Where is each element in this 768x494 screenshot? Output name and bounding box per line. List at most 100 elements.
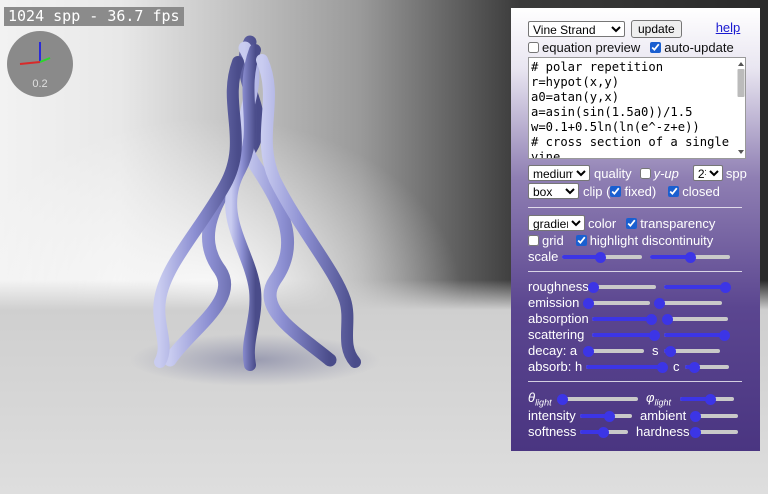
scattering-slider-1[interactable] bbox=[592, 329, 661, 341]
slider-thumb[interactable] bbox=[654, 297, 666, 309]
slider-thumb[interactable] bbox=[598, 426, 610, 438]
color-label: color bbox=[588, 215, 617, 231]
color-select[interactable]: gradient bbox=[528, 215, 585, 231]
slider-thumb[interactable] bbox=[657, 361, 668, 373]
divider bbox=[528, 207, 742, 208]
control-panel: Vine Strand update help equation preview… bbox=[511, 8, 760, 451]
decay-a-slider[interactable] bbox=[583, 345, 644, 357]
axis-gizmo[interactable]: 0.2 bbox=[6, 31, 74, 97]
emission-slider-2[interactable] bbox=[654, 297, 722, 309]
highlight-discontinuity-checkbox[interactable] bbox=[575, 235, 587, 246]
absorption-label: absorption bbox=[528, 311, 589, 326]
y-up-label: y-up bbox=[653, 165, 679, 181]
roughness-slider-1[interactable] bbox=[588, 281, 656, 293]
divider bbox=[528, 381, 742, 382]
slider-thumb[interactable] bbox=[649, 329, 661, 341]
absorb-c-slider[interactable] bbox=[685, 361, 729, 373]
softness-label: softness bbox=[528, 424, 577, 439]
auto-update-checkbox[interactable] bbox=[650, 42, 662, 53]
theta-light-slider[interactable] bbox=[557, 393, 638, 405]
scale-label: scale bbox=[528, 249, 559, 264]
slider-track bbox=[586, 300, 650, 305]
scroll-thumb[interactable] bbox=[737, 69, 745, 97]
clip-label: clip ( bbox=[583, 183, 611, 199]
slider-thumb[interactable] bbox=[689, 426, 701, 438]
slider-thumb[interactable] bbox=[685, 251, 696, 263]
slider-fill bbox=[586, 364, 662, 369]
slider-thumb[interactable] bbox=[588, 281, 600, 293]
decay-s-label: s bbox=[652, 343, 659, 358]
scroll-down-icon[interactable] bbox=[738, 150, 744, 154]
slider-track bbox=[592, 284, 656, 289]
emission-slider-1[interactable] bbox=[582, 297, 650, 309]
slider-thumb[interactable] bbox=[662, 313, 674, 325]
grid-checkbox[interactable] bbox=[528, 235, 539, 246]
slider-fill bbox=[650, 254, 690, 259]
scattering-slider-2[interactable] bbox=[664, 329, 730, 341]
absorb-h-label: absorb: h bbox=[528, 359, 583, 374]
absorption-slider-1[interactable] bbox=[592, 313, 657, 325]
equation-preview-label: equation preview bbox=[542, 40, 641, 55]
clip-select[interactable]: box bbox=[528, 183, 579, 199]
decay-a-label: decay: a bbox=[528, 343, 578, 358]
hardness-label: hardness bbox=[636, 424, 690, 439]
fixed-checkbox[interactable] bbox=[610, 185, 622, 197]
scale-slider-2[interactable] bbox=[650, 251, 730, 263]
ambient-slider[interactable] bbox=[689, 410, 738, 422]
slider-thumb[interactable] bbox=[719, 281, 731, 293]
slider-track bbox=[664, 316, 728, 321]
closed-checkbox[interactable] bbox=[668, 185, 680, 197]
softness-slider[interactable] bbox=[580, 426, 628, 438]
decay-s-slider[interactable] bbox=[664, 345, 720, 357]
slider-fill bbox=[592, 332, 655, 337]
scale-slider-1[interactable] bbox=[562, 251, 642, 263]
help-link[interactable]: help bbox=[716, 20, 741, 35]
slider-fill bbox=[664, 284, 725, 289]
transparency-label: transparency bbox=[640, 215, 716, 231]
slider-fill bbox=[664, 332, 724, 337]
hardness-slider[interactable] bbox=[689, 426, 738, 438]
intensity-slider[interactable] bbox=[580, 410, 632, 422]
slider-track bbox=[658, 300, 722, 305]
slider-thumb[interactable] bbox=[704, 393, 716, 405]
equation-editor[interactable]: # polar repetition r=hypot(x,y) a0=atan(… bbox=[528, 57, 746, 159]
absorb-c-label: c bbox=[673, 359, 680, 374]
slider-thumb[interactable] bbox=[645, 313, 657, 325]
slider-thumb[interactable] bbox=[582, 297, 594, 309]
divider bbox=[528, 271, 742, 272]
fixed-label: fixed) bbox=[624, 183, 657, 199]
editor-scrollbar[interactable] bbox=[736, 58, 746, 158]
slider-thumb[interactable] bbox=[603, 410, 615, 422]
scroll-up-icon[interactable] bbox=[738, 62, 744, 66]
absorb-h-slider[interactable] bbox=[586, 361, 668, 373]
spp-select[interactable]: 2¹⁰ bbox=[692, 165, 723, 181]
equation-preview-checkbox[interactable] bbox=[528, 42, 539, 53]
y-up-checkbox[interactable] bbox=[639, 167, 651, 179]
slider-thumb[interactable] bbox=[583, 345, 595, 357]
ambient-label: ambient bbox=[640, 408, 687, 423]
roughness-slider-2[interactable] bbox=[664, 281, 731, 293]
theta-light-label: θlight bbox=[528, 390, 552, 408]
quality-label: quality bbox=[594, 165, 632, 181]
phi-light-label: φlight bbox=[646, 390, 671, 408]
slider-thumb[interactable] bbox=[688, 361, 700, 373]
emission-label: emission bbox=[528, 295, 580, 310]
slider-thumb[interactable] bbox=[664, 345, 676, 357]
slider-thumb[interactable] bbox=[595, 251, 607, 263]
roughness-label: roughness bbox=[528, 279, 589, 294]
scattering-label: scattering bbox=[528, 327, 585, 342]
quality-select[interactable]: medium bbox=[528, 165, 590, 181]
update-button[interactable]: update bbox=[631, 20, 682, 38]
slider-thumb[interactable] bbox=[718, 329, 730, 341]
slider-thumb[interactable] bbox=[557, 393, 568, 405]
slider-thumb[interactable] bbox=[689, 410, 701, 422]
highlight-discontinuity-label: highlight discontinuity bbox=[589, 233, 714, 248]
slider-fill bbox=[592, 316, 651, 321]
absorption-slider-2[interactable] bbox=[662, 313, 728, 325]
spp-label: spp bbox=[725, 165, 747, 181]
auto-update-label: auto-update bbox=[664, 40, 734, 55]
phi-light-slider[interactable] bbox=[680, 393, 734, 405]
closed-label: closed bbox=[682, 183, 720, 199]
transparency-checkbox[interactable] bbox=[626, 217, 638, 229]
preset-select[interactable]: Vine Strand bbox=[528, 21, 625, 37]
